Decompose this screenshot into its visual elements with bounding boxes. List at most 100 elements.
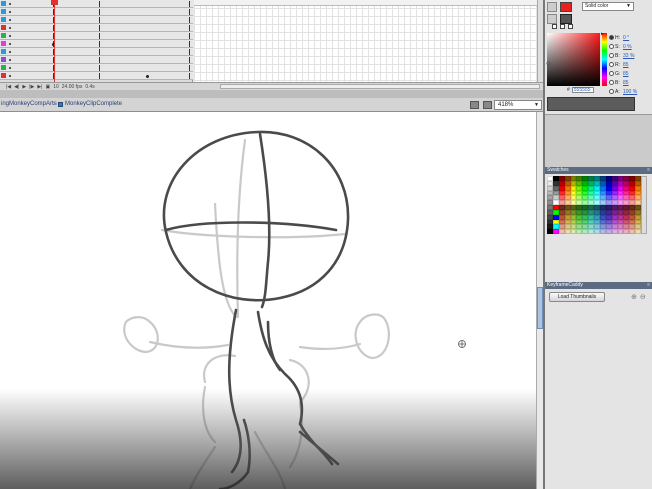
video-fade-overlay [0,389,543,489]
fill-type-select[interactable]: Solid color ▼ [582,2,634,11]
keyframe-caddy-tab[interactable]: KeyframeCaddy ≡ [545,282,652,289]
zoom-in-icon[interactable]: ⊕ [631,293,637,301]
sketch-left-arm [148,340,230,349]
keyframe-marker[interactable] [99,1,100,7]
keyframe-marker[interactable] [99,73,100,79]
color-value-field[interactable]: 33 % [623,53,634,59]
next-frame-button[interactable]: |▶ [29,84,34,90]
playhead[interactable] [54,0,55,82]
sketch-head-guide [160,228,347,239]
keyframe-marker[interactable] [189,49,190,55]
layer-row[interactable] [0,72,193,80]
keyframe-marker[interactable] [189,57,190,63]
keyframe-marker[interactable] [189,65,190,71]
zoom-out-icon[interactable]: ⊖ [640,293,646,301]
layer-dot [9,27,11,29]
layer-color-icon [1,1,6,6]
sketch-head-center-line [258,132,271,309]
keyframe-marker[interactable] [99,33,100,39]
frame-ruler[interactable] [194,0,543,6]
keyframe-marker[interactable] [99,41,100,47]
swatch-grid[interactable] [547,176,641,234]
hue-slider-handle[interactable]: ▸ [601,31,604,37]
play-button[interactable]: ▶ [22,84,26,90]
keyframe-marker[interactable] [99,49,100,55]
keyframe-marker[interactable] [99,17,100,23]
stage-vertical-scrollbar[interactable] [536,112,543,489]
first-frame-button[interactable]: |◀ [6,84,11,90]
hex-input[interactable]: 555555 [571,87,594,93]
breadcrumb-scene[interactable]: ingMonkeyCompArts [1,101,57,107]
layer-row[interactable] [0,40,193,48]
edit-scene-icon[interactable] [470,101,479,109]
layer-row[interactable] [0,8,193,16]
keyframe-marker[interactable] [99,57,100,63]
no-color-icon[interactable] [560,24,565,29]
layer-row[interactable] [0,56,193,64]
load-thumbnails-button[interactable]: Load Thumbnails [549,292,605,302]
color-picker-field[interactable]: ◇ [546,33,600,86]
color-value-field[interactable]: 100 % [623,89,637,95]
color-preview [547,97,635,111]
pencil-icon[interactable] [547,2,557,12]
hue-slider[interactable] [602,33,607,86]
frame-grid[interactable] [194,0,543,82]
color-mode-radio[interactable] [609,44,614,49]
color-value-field[interactable]: 85 [623,80,629,86]
breadcrumb-symbol[interactable]: MonkeyClipComplete [58,101,122,107]
keyframe-caddy-title: KeyframeCaddy [547,282,583,288]
keyframe-marker[interactable] [99,65,100,71]
panel-menu-icon[interactable]: ≡ [647,167,650,174]
keyframe-marker[interactable] [189,1,190,7]
color-mode-radio[interactable] [609,89,614,94]
color-mode-radio[interactable] [609,71,614,76]
onion-skin-button[interactable]: ▣ [45,84,50,90]
fill-color-swatch[interactable] [560,14,572,24]
color-value-field[interactable]: 85 [623,71,629,77]
swatches-panel-tab[interactable]: Swatches ≡ [545,167,652,174]
keyframe-marker[interactable] [99,25,100,31]
keyframe-marker[interactable] [189,41,190,47]
keyframe-marker[interactable] [189,17,190,23]
panel-menu-icon[interactable]: ≡ [647,282,650,289]
color-mode-radio[interactable] [609,53,614,58]
layer-color-icon [1,25,6,30]
keyframe-dot[interactable] [146,75,149,78]
swatches-scrollbar[interactable] [641,176,647,234]
edit-symbol-icon[interactable] [483,101,492,109]
stroke-color-swatch[interactable] [560,2,572,12]
black-white-icon[interactable] [552,24,557,29]
color-mode-radio[interactable] [609,35,614,40]
timeline-horizontal-scrollbar[interactable] [220,84,540,89]
color-mode-radio[interactable] [609,80,614,85]
layer-dot [9,67,11,69]
prev-frame-button[interactable]: ◀| [14,84,19,90]
color-value-row: R: 85 [609,60,651,69]
color-value-field[interactable]: 0 ° [623,35,629,41]
last-frame-button[interactable]: ▶| [37,84,42,90]
layer-row[interactable] [0,16,193,24]
keyframe-marker[interactable] [99,9,100,15]
sketch-right-arm [298,342,362,351]
layer-row[interactable] [0,24,193,32]
layer-row[interactable] [0,48,193,56]
keyframe-marker[interactable] [189,73,190,79]
layer-row[interactable] [0,0,193,8]
frame-rate[interactable]: 24.00 fps [62,84,83,90]
color-value-field[interactable]: 0 % [623,44,632,50]
playhead-handle[interactable] [51,0,58,5]
paint-bucket-icon[interactable] [547,14,557,24]
keyframe-marker[interactable] [189,9,190,15]
caddy-zoom-icons: ⊕ ⊖ [631,293,646,301]
swap-colors-icon[interactable] [568,24,573,29]
layer-color-icon [1,41,6,46]
color-value-field[interactable]: 85 [623,62,629,68]
zoom-select[interactable]: 418% ▼ [494,100,542,110]
layer-row[interactable] [0,64,193,72]
keyframe-marker[interactable] [189,25,190,31]
layer-row[interactable] [0,32,193,40]
picker-cursor: ◇ [546,61,551,67]
color-mode-radio[interactable] [609,62,614,67]
keyframe-marker[interactable] [189,33,190,39]
layer-color-icon [1,65,6,70]
